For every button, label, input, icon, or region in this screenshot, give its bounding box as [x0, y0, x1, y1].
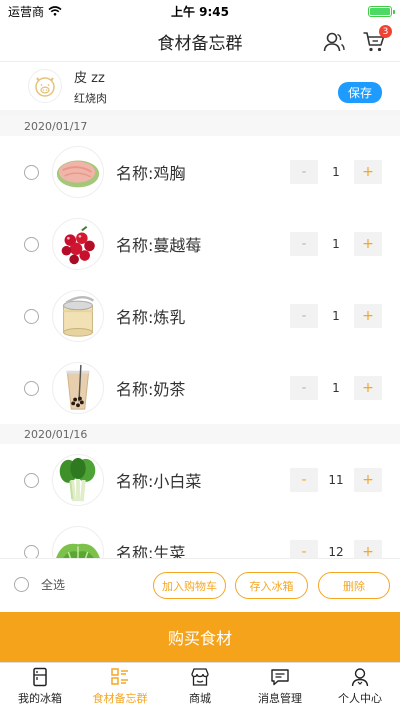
item-checkbox[interactable] [24, 308, 39, 324]
avatar[interactable] [28, 69, 62, 103]
quantity-value[interactable]: 1 [318, 376, 354, 400]
quantity-value[interactable]: 1 [318, 232, 354, 256]
list-icon [111, 668, 128, 685]
increase-button[interactable]: + [354, 232, 382, 256]
person-icon [351, 668, 369, 687]
profile-name: 皮 zz [74, 70, 105, 86]
decrease-button[interactable]: - [290, 468, 318, 492]
pig-avatar-icon [35, 77, 55, 97]
tab-ingredient-memo[interactable]: 食材备忘群 [80, 663, 160, 710]
quantity-value[interactable]: 11 [318, 468, 354, 492]
cranberry-icon [61, 225, 95, 265]
decrease-button[interactable]: - [290, 160, 318, 184]
message-icon [271, 669, 289, 686]
item-name: 名称:奶茶 [116, 380, 186, 399]
tab-bar: 我的冰箱 食材备忘群 商城 消息管理 个人中心 [0, 662, 400, 710]
quantity-value[interactable]: 12 [318, 540, 354, 558]
quantity-value[interactable]: 1 [318, 160, 354, 184]
save-button[interactable]: 保存 [337, 82, 382, 103]
lettuce-icon [56, 543, 100, 558]
tab-label: 商城 [189, 692, 211, 705]
decrease-button[interactable]: - [290, 232, 318, 256]
condensed-milk-icon [63, 296, 95, 337]
buy-ingredients-button[interactable]: 购买食材 [0, 612, 400, 662]
tab-label: 个人中心 [338, 692, 382, 705]
item-name: 名称:小白菜 [116, 472, 202, 491]
cart-button[interactable]: 3 [362, 25, 392, 54]
clock: 上午 9:45 [170, 4, 230, 19]
list-item: 名称:蔓越莓 - 1 + [0, 208, 400, 280]
item-name: 名称:蔓越莓 [116, 236, 202, 255]
item-checkbox[interactable] [24, 544, 39, 558]
action-bar: 全选 加入购物车 存入冰箱 删除 [0, 558, 400, 610]
bok-choy-icon [59, 457, 96, 502]
cart-badge: 3 [379, 25, 392, 38]
profile-dish: 红烧肉 [74, 91, 107, 105]
chicken-breast-icon [56, 160, 100, 188]
list-item: 名称:生菜 - 12 + [0, 516, 400, 558]
add-to-cart-button[interactable]: 加入购物车 [153, 572, 226, 599]
select-all-label[interactable]: 全选 [41, 576, 65, 593]
item-name: 名称:生菜 [116, 544, 186, 558]
quantity-stepper: - 1 + [290, 160, 382, 184]
tab-label: 食材备忘群 [92, 692, 148, 705]
increase-button[interactable]: + [354, 468, 382, 492]
tab-my-fridge[interactable]: 我的冰箱 [0, 663, 80, 710]
item-checkbox[interactable] [24, 164, 39, 180]
item-thumbnail [52, 290, 104, 342]
item-name: 名称:炼乳 [116, 308, 186, 327]
item-thumbnail [52, 454, 104, 506]
item-thumbnail [52, 146, 104, 198]
friends-button[interactable] [322, 30, 346, 54]
decrease-button[interactable]: - [290, 540, 318, 558]
increase-button[interactable]: + [354, 540, 382, 558]
item-checkbox[interactable] [24, 380, 39, 396]
page-title: 食材备忘群 [157, 34, 243, 54]
status-bar: 运营商 上午 9:45 [0, 0, 400, 22]
nav-bar: 食材备忘群 3 [0, 22, 400, 62]
battery-icon [368, 5, 395, 17]
shop-icon [191, 668, 209, 686]
list-item: 名称:炼乳 - 1 + [0, 280, 400, 352]
decrease-button[interactable]: - [290, 304, 318, 328]
item-thumbnail [52, 362, 104, 414]
date-header: 2020/01/16 [0, 424, 400, 444]
tab-shop[interactable]: 商城 [160, 663, 240, 710]
quantity-stepper: - 12 + [290, 540, 382, 558]
list-item: 名称:小白菜 - 11 + [0, 444, 400, 516]
quantity-stepper: - 11 + [290, 468, 382, 492]
ingredient-list[interactable]: 2020/01/17 名称:鸡胸 - 1 + 名称:蔓越莓 - 1 + 名称:炼… [0, 116, 400, 558]
date-header: 2020/01/17 [0, 116, 400, 136]
tab-label: 消息管理 [258, 692, 302, 705]
decrease-button[interactable]: - [290, 376, 318, 400]
item-name: 名称:鸡胸 [116, 164, 186, 183]
profile-header: 皮 zz 红烧肉 保存 [0, 62, 400, 116]
fridge-icon [33, 667, 47, 687]
tab-profile[interactable]: 个人中心 [320, 663, 400, 710]
list-item: 名称:鸡胸 - 1 + [0, 136, 400, 208]
increase-button[interactable]: + [354, 376, 382, 400]
tab-label: 我的冰箱 [18, 692, 62, 705]
quantity-stepper: - 1 + [290, 304, 382, 328]
item-thumbnail [52, 218, 104, 270]
increase-button[interactable]: + [354, 160, 382, 184]
quantity-stepper: - 1 + [290, 232, 382, 256]
item-thumbnail [52, 526, 104, 558]
item-checkbox[interactable] [24, 472, 39, 488]
select-all-checkbox[interactable] [14, 577, 29, 592]
quantity-value[interactable]: 1 [318, 304, 354, 328]
delete-button[interactable]: 删除 [318, 572, 390, 599]
item-checkbox[interactable] [24, 236, 39, 252]
milk-tea-icon [66, 364, 90, 410]
quantity-stepper: - 1 + [290, 376, 382, 400]
increase-button[interactable]: + [354, 304, 382, 328]
list-item: 名称:奶茶 - 1 + [0, 352, 400, 424]
tab-messages[interactable]: 消息管理 [240, 663, 320, 710]
store-in-fridge-button[interactable]: 存入冰箱 [235, 572, 308, 599]
users-icon [323, 32, 345, 52]
